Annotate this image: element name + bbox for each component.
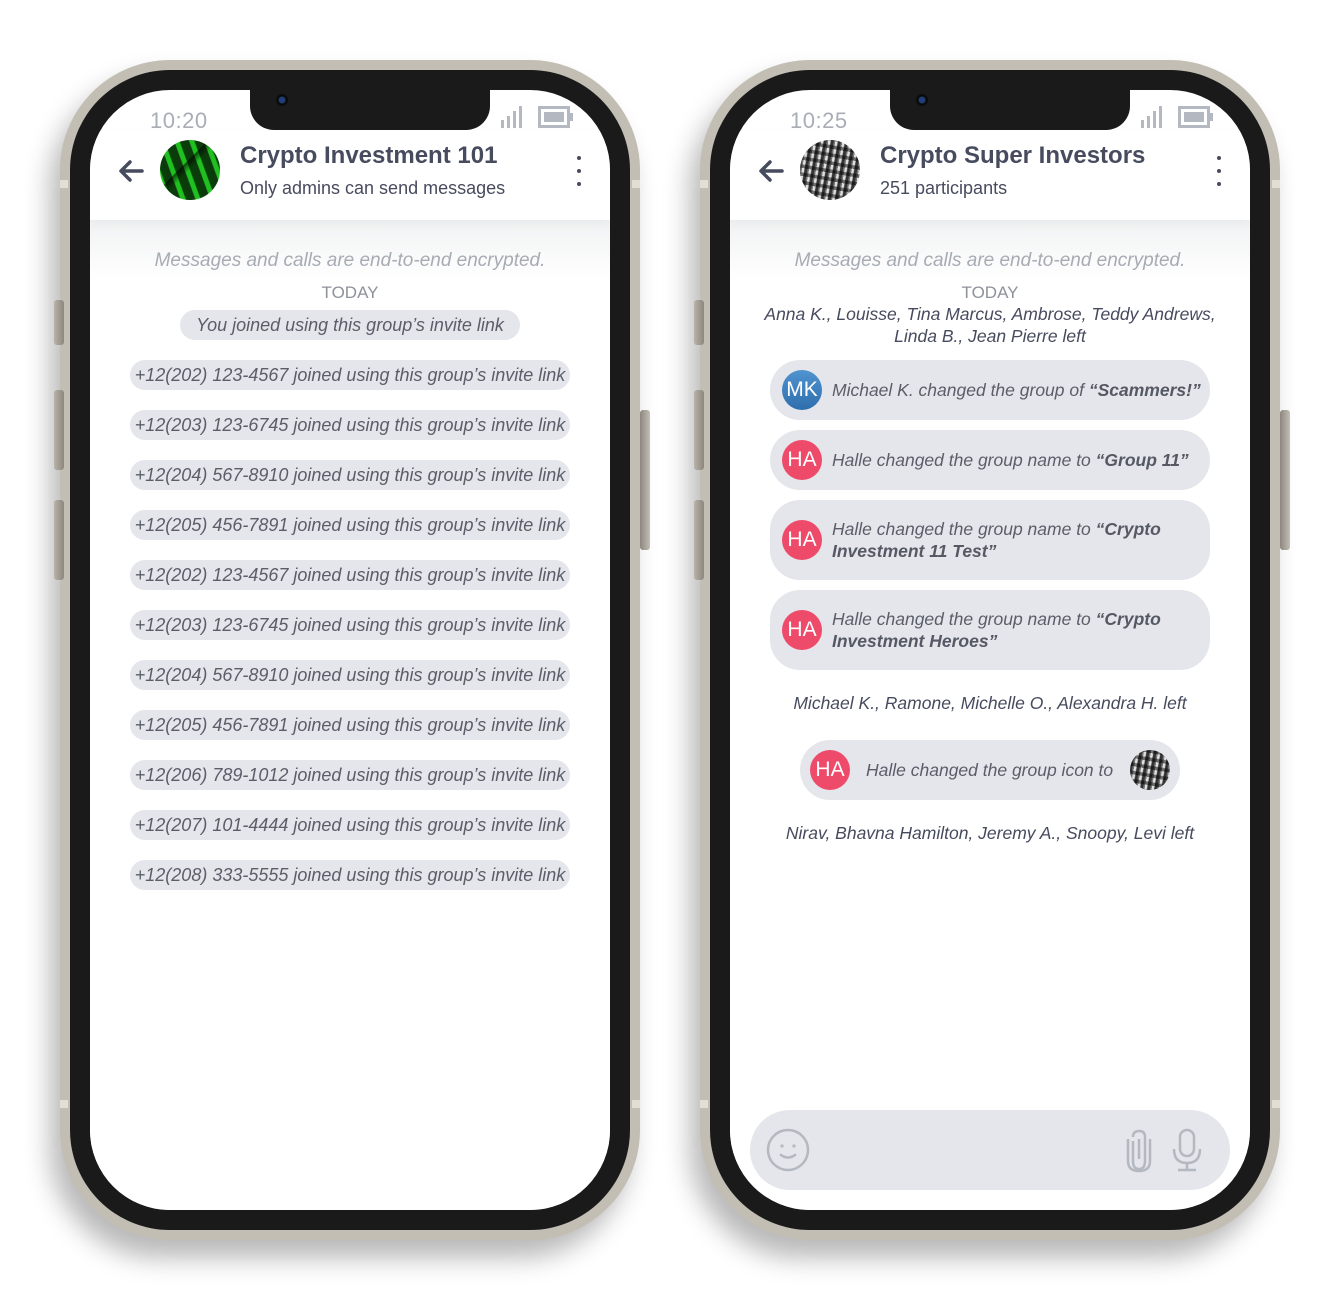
mute-switch: [54, 300, 64, 345]
microphone-icon[interactable]: [1170, 1127, 1204, 1173]
antenna-band: [1272, 1100, 1280, 1108]
chat-area: Messages and calls are end-to-end encryp…: [90, 220, 610, 1210]
group-title[interactable]: Crypto Super Investors: [880, 142, 1145, 170]
message-input[interactable]: [830, 1130, 1100, 1170]
avatar[interactable]: HA: [810, 750, 850, 790]
group-event: HA Halle changed the group name to “Cryp…: [770, 500, 1210, 580]
status-time: 10:25: [790, 108, 848, 133]
system-message: +12(206) 789-1012 joined using this grou…: [130, 760, 570, 790]
encryption-notice[interactable]: Messages and calls are end-to-end encryp…: [730, 250, 1250, 272]
antenna-band: [1272, 180, 1280, 188]
avatar[interactable]: MK: [782, 370, 822, 410]
antenna-band: [60, 1100, 68, 1108]
group-subtitle: Only admins can send messages: [240, 178, 506, 198]
emoji-icon[interactable]: [766, 1128, 810, 1172]
group-event: MK Michael K. changed the group of “Scam…: [770, 360, 1210, 420]
signal-icon: [501, 106, 522, 128]
battery-icon: [538, 106, 573, 128]
system-message: +12(204) 567-8910 joined using this grou…: [130, 660, 570, 690]
group-title[interactable]: Crypto Investment 101: [240, 142, 497, 170]
notch: [890, 90, 1130, 130]
avatar[interactable]: HA: [782, 610, 822, 650]
attach-paperclip-icon[interactable]: [1124, 1127, 1154, 1173]
power-button: [1280, 410, 1290, 550]
group-event: HA Halle changed the group name to “Cryp…: [770, 590, 1210, 670]
system-message: +12(204) 567-8910 joined using this grou…: [130, 460, 570, 490]
event-text: Halle changed the group name to “Crypto …: [832, 609, 1161, 651]
chat-header: Crypto Investment 101 Only admins can se…: [90, 130, 610, 220]
antenna-band: [60, 180, 68, 188]
event-text: Halle changed the group name to “Crypto …: [832, 519, 1161, 561]
event-text: Michael K. changed the group of “Scammer…: [832, 380, 1201, 400]
date-label: TODAY: [961, 283, 1019, 302]
back-arrow-icon[interactable]: [116, 156, 146, 186]
group-avatar[interactable]: [160, 140, 220, 200]
system-message: +12(208) 333-5555 joined using this grou…: [130, 860, 570, 890]
volume-down-button: [694, 500, 704, 580]
message-composer: [750, 1110, 1230, 1190]
notch: [250, 90, 490, 130]
phone-left: 10:20 Crypto Investment 101 Only admins …: [54, 60, 650, 1240]
date-label: TODAY: [321, 283, 379, 302]
system-message: +12(205) 456-7891 joined using this grou…: [130, 710, 570, 740]
group-avatar[interactable]: [800, 140, 860, 200]
mute-switch: [694, 300, 704, 345]
system-message: +12(207) 101-4444 joined using this grou…: [130, 810, 570, 840]
power-button: [640, 410, 650, 550]
chat-area: Messages and calls are end-to-end encryp…: [730, 220, 1250, 1210]
front-camera: [276, 94, 288, 106]
system-message: +12(203) 123-6745 joined using this grou…: [130, 610, 570, 640]
members-left-notice: Anna K., Louisse, Tina Marcus, Ambrose, …: [764, 304, 1216, 346]
antenna-band: [632, 180, 640, 188]
system-message: +12(205) 456-7891 joined using this grou…: [130, 510, 570, 540]
new-group-icon-thumbnail[interactable]: [1130, 750, 1170, 790]
phone-right: 10:25 Crypto Super Investors 251 partici…: [694, 60, 1290, 1240]
system-message: +12(202) 123-4567 joined using this grou…: [130, 360, 570, 390]
group-subtitle: 251 participants: [880, 178, 1008, 198]
avatar[interactable]: HA: [782, 440, 822, 480]
volume-up-button: [54, 390, 64, 470]
volume-up-button: [694, 390, 704, 470]
chat-header: Crypto Super Investors 251 participants: [730, 130, 1250, 220]
antenna-band: [632, 1100, 640, 1108]
event-text: Halle changed the group name to “Group 1…: [832, 450, 1189, 470]
battery-icon: [1178, 106, 1213, 128]
system-message: You joined using this group’s invite lin…: [180, 310, 520, 340]
signal-icon: [1141, 106, 1162, 128]
event-text: Halle changed the group icon to: [866, 759, 1114, 780]
status-time: 10:20: [150, 108, 208, 133]
members-left-notice: Michael K., Ramone, Michelle O., Alexand…: [793, 693, 1187, 713]
group-event: HA Halle changed the group name to “Grou…: [770, 430, 1210, 490]
front-camera: [916, 94, 928, 106]
group-icon-event: HA Halle changed the group icon to: [800, 740, 1180, 800]
avatar[interactable]: HA: [782, 520, 822, 560]
system-message: +12(202) 123-4567 joined using this grou…: [130, 560, 570, 590]
antenna-band: [700, 1100, 708, 1108]
encryption-notice[interactable]: Messages and calls are end-to-end encryp…: [90, 250, 610, 272]
system-message: +12(203) 123-6745 joined using this grou…: [130, 410, 570, 440]
volume-down-button: [54, 500, 64, 580]
screen: 10:20 Crypto Investment 101 Only admins …: [90, 90, 610, 1210]
more-menu-icon[interactable]: [572, 156, 586, 186]
antenna-band: [700, 180, 708, 188]
back-arrow-icon[interactable]: [756, 156, 786, 186]
more-menu-icon[interactable]: [1212, 156, 1226, 186]
members-left-notice: Nirav, Bhavna Hamilton, Jeremy A., Snoop…: [785, 823, 1195, 843]
screen: 10:25 Crypto Super Investors 251 partici…: [730, 90, 1250, 1210]
